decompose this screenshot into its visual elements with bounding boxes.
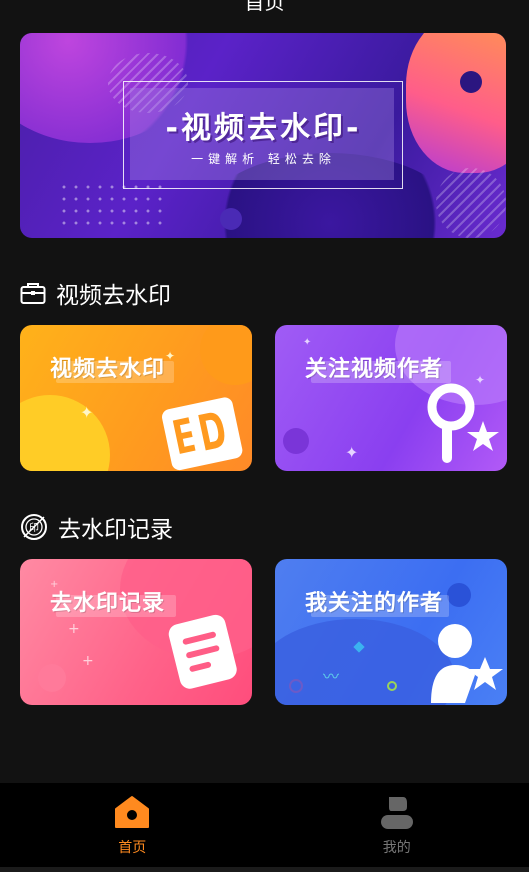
system-bar [0, 867, 529, 872]
section-heading-remove-watermark: 视频去水印 [20, 276, 171, 310]
card-decoration [447, 583, 471, 607]
banner-decoration [406, 33, 506, 173]
user-icon [379, 795, 415, 833]
card-label: 我关注的作者 [305, 591, 444, 616]
sparkle-icon: + [68, 621, 80, 637]
card-decoration [200, 325, 252, 385]
tab-me-label: 我的 [382, 840, 411, 856]
add-follow-icon [425, 383, 503, 471]
card-decoration [20, 395, 110, 471]
section-title: 视频去水印 [56, 283, 171, 309]
banner-headline: -视频去水印- [165, 111, 362, 146]
banner-subtitle: 一键解析 轻松去除 [191, 152, 336, 166]
stamp-graphic-icon [156, 393, 246, 471]
card-records[interactable]: 去水印记录 + + + [20, 559, 252, 705]
card-follow-author[interactable]: 关注视频作者 ✦ ✦ ✦ [275, 325, 507, 471]
wave-decoration: 〰 [323, 667, 340, 686]
banner-decoration [220, 208, 242, 230]
sparkle-icon: ✦ [80, 403, 94, 422]
card-decoration [283, 428, 309, 454]
tab-me[interactable]: 我的 [265, 783, 529, 867]
banner-decoration [436, 168, 506, 238]
banner-decoration [460, 71, 482, 93]
card-label: 去水印记录 [50, 591, 166, 616]
bottom-navigation: 首页 我的 [0, 783, 529, 867]
user-star-icon [425, 617, 505, 705]
page-title: 首页 [244, 0, 285, 14]
sparkle-icon: ✦ [345, 443, 359, 462]
tab-home[interactable]: 首页 [0, 783, 265, 867]
sparkle-icon: ✦ [303, 337, 312, 348]
circle-decoration [289, 679, 303, 693]
document-icon [160, 611, 244, 699]
card-remove-watermark[interactable]: 视频去水印 ✦ ✦ [20, 325, 252, 471]
banner[interactable]: -视频去水印- 一键解析 轻松去除 [20, 33, 506, 238]
card-label: 关注视频作者 [305, 357, 444, 382]
stamp-icon: 印 [20, 513, 48, 541]
sparkle-icon: ✦ [475, 373, 486, 387]
card-label: 视频去水印 [50, 357, 166, 382]
section-heading-records: 印 去水印记录 [20, 510, 173, 544]
sparkle-icon: + [50, 579, 59, 590]
home-icon [114, 795, 150, 833]
tab-home-label: 首页 [118, 840, 147, 856]
briefcase-icon [20, 281, 46, 305]
card-decoration [38, 664, 66, 692]
sparkle-icon: + [82, 653, 94, 669]
card-my-followed[interactable]: 我关注的作者 〰 [275, 559, 507, 705]
sparkle-icon: ✦ [165, 349, 176, 363]
circle-decoration [387, 681, 397, 691]
section-title: 去水印记录 [58, 517, 173, 543]
